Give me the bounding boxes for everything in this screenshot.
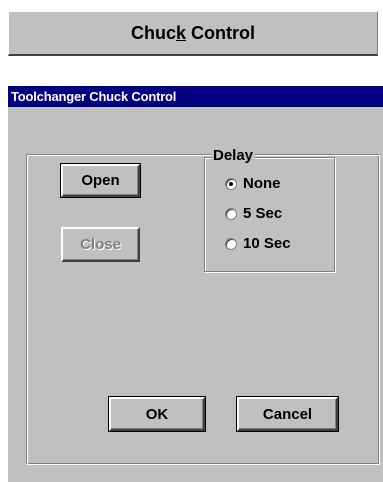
delay-option-10sec[interactable]: 10 Sec — [225, 235, 291, 252]
close-button[interactable]: Close — [61, 227, 140, 262]
delay-legend: Delay — [211, 147, 256, 164]
delay-option-none[interactable]: None — [225, 175, 281, 192]
ok-button[interactable]: OK — [109, 397, 205, 431]
radio-none-icon[interactable] — [225, 177, 237, 190]
dialog-title-bar: Toolchanger Chuck Control — [8, 86, 383, 107]
delay-option-5sec[interactable]: 5 Sec — [225, 205, 282, 222]
radio-5sec-icon[interactable] — [225, 207, 237, 220]
chuck-control-button[interactable]: Chuck Control — [8, 11, 378, 56]
open-button[interactable]: Open — [61, 164, 140, 197]
delay-groupbox: Delay None 5 Sec 10 Sec — [204, 147, 335, 272]
delay-option-none-label: None — [243, 175, 281, 192]
cancel-button[interactable]: Cancel — [237, 397, 338, 431]
chuck-control-label: Chuck Control — [130, 22, 255, 43]
radio-10sec-icon[interactable] — [225, 237, 237, 250]
delay-option-10sec-label: 10 Sec — [243, 235, 291, 252]
delay-option-5sec-label: 5 Sec — [243, 205, 283, 222]
